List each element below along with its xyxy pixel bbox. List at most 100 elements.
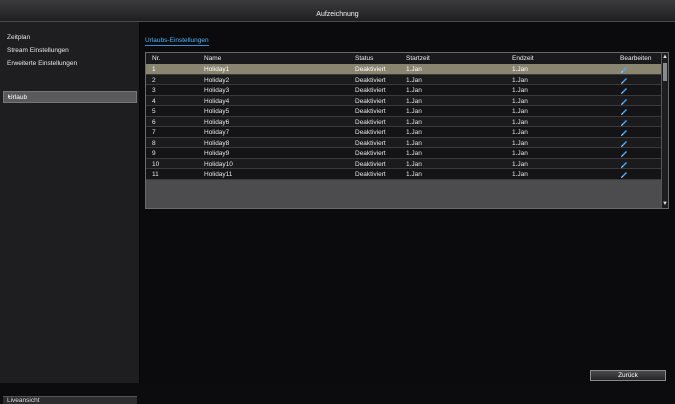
cell-endzeit: 1.Jan: [512, 97, 528, 105]
cell-startzeit: 1.Jan: [406, 171, 422, 178]
table-row[interactable]: 8 Holiday8 Deaktiviert 1.Jan 1.Jan: [146, 137, 664, 148]
cell-endzeit: 1.Jan: [512, 87, 528, 94]
cell-name: Holiday6: [204, 118, 230, 126]
pencil-icon[interactable]: [620, 129, 628, 137]
cell-name: Holiday5: [204, 108, 230, 115]
cell-nr: 4: [152, 97, 156, 105]
cell-nr: 9: [152, 150, 156, 157]
pencil-icon[interactable]: [620, 150, 628, 158]
cell-startzeit: 1.Jan: [406, 129, 422, 136]
pencil-icon[interactable]: [620, 108, 628, 116]
cell-status: Deaktiviert: [355, 108, 386, 115]
main-panel: Urlaubs-Einstellungen Nr. Name Status St…: [141, 22, 675, 383]
cell-status: Deaktiviert: [355, 150, 386, 157]
cell-nr: 5: [152, 108, 156, 115]
table-row[interactable]: 9 Holiday9 Deaktiviert 1.Jan 1.Jan: [146, 148, 664, 159]
cell-startzeit: 1.Jan: [406, 118, 422, 126]
cell-status: Deaktiviert: [355, 87, 386, 94]
cell-nr: 10: [152, 160, 160, 168]
scroll-up-icon[interactable]: ▲: [662, 53, 668, 61]
scroll-down-icon[interactable]: ▼: [662, 200, 668, 208]
cell-name: Holiday9: [204, 150, 230, 157]
cell-status: Deaktiviert: [355, 97, 386, 105]
cell-endzeit: 1.Jan: [512, 118, 528, 126]
cell-nr: 8: [152, 139, 156, 147]
cell-name: Holiday10: [204, 160, 233, 168]
pencil-icon[interactable]: [620, 140, 628, 148]
cell-endzeit: 1.Jan: [512, 76, 528, 84]
cell-endzeit: 1.Jan: [512, 129, 528, 136]
cell-status: Deaktiviert: [355, 171, 386, 178]
cell-status: Deaktiviert: [355, 129, 386, 136]
table-row[interactable]: 2 Holiday2 Deaktiviert 1.Jan 1.Jan: [146, 74, 664, 85]
cell-nr: 3: [152, 87, 156, 94]
table-row[interactable]: 11 Holiday11 Deaktiviert 1.Jan 1.Jan: [146, 169, 664, 180]
pencil-icon[interactable]: [620, 119, 628, 127]
cell-name: Holiday11: [204, 171, 233, 178]
table-row[interactable]: 10 Holiday10 Deaktiviert 1.Jan 1.Jan: [146, 158, 664, 169]
table-row[interactable]: 1 Holiday1 Deaktiviert 1.Jan 1.Jan: [146, 64, 664, 75]
column-header-startzeit: Startzeit: [406, 55, 430, 62]
cell-name: Holiday8: [204, 139, 230, 147]
column-header-status: Status: [355, 55, 374, 62]
cell-startzeit: 1.Jan: [406, 97, 422, 105]
back-button[interactable]: Zurück: [590, 370, 666, 381]
cell-status: Deaktiviert: [355, 76, 386, 84]
table-row[interactable]: 5 Holiday5 Deaktiviert 1.Jan 1.Jan: [146, 106, 664, 117]
pencil-icon[interactable]: [620, 161, 628, 169]
cell-endzeit: 1.Jan: [512, 108, 528, 115]
sidebar-item-zeitplan[interactable]: Zeitplan: [7, 34, 30, 41]
cell-endzeit: 1.Jan: [512, 66, 528, 73]
cell-nr: 11: [152, 171, 159, 178]
title-bar: Aufzeichnung: [0, 0, 675, 22]
pencil-icon[interactable]: [620, 77, 628, 85]
table-row[interactable]: 6 Holiday6 Deaktiviert 1.Jan 1.Jan: [146, 116, 664, 127]
pencil-icon[interactable]: [620, 171, 628, 179]
cell-name: Holiday7: [204, 129, 230, 136]
cell-endzeit: 1.Jan: [512, 160, 528, 168]
cell-nr: 7: [152, 129, 156, 136]
window-title: Aufzeichnung: [316, 11, 359, 18]
column-header-endzeit: Endzeit: [512, 55, 534, 62]
cell-name: Holiday2: [204, 76, 230, 84]
cell-startzeit: 1.Jan: [406, 87, 422, 94]
holiday-table: Nr. Name Status Startzeit Endzeit Bearbe…: [145, 52, 669, 209]
table-scrollbar[interactable]: ▲ ▼: [661, 53, 668, 208]
cell-endzeit: 1.Jan: [512, 139, 528, 147]
cell-status: Deaktiviert: [355, 139, 386, 147]
cell-startzeit: 1.Jan: [406, 139, 422, 147]
cell-startzeit: 1.Jan: [406, 150, 422, 157]
table-header: Nr. Name Status Startzeit Endzeit Bearbe…: [146, 53, 664, 64]
table-body: 1 Holiday1 Deaktiviert 1.Jan 1.Jan 2 Holiday2 D…: [146, 64, 664, 180]
cell-status: Deaktiviert: [355, 66, 386, 73]
cell-nr: 2: [152, 76, 156, 84]
scroll-thumb[interactable]: [663, 63, 667, 81]
sidebar-item-stream-einstellungen[interactable]: Stream Einstellungen: [7, 47, 69, 54]
column-header-nr: Nr.: [152, 55, 161, 62]
pencil-icon[interactable]: [620, 66, 628, 74]
cell-name: Holiday4: [204, 97, 230, 105]
chevron-right-icon: ▸: [8, 94, 12, 100]
cell-nr: 1: [152, 66, 156, 73]
cell-startzeit: 1.Jan: [406, 66, 422, 73]
table-row[interactable]: 3 Holiday3 Deaktiviert 1.Jan 1.Jan: [146, 85, 664, 96]
liveansicht-label: Liveansicht: [7, 397, 40, 404]
column-header-name: Name: [204, 55, 222, 62]
cell-endzeit: 1.Jan: [512, 171, 528, 178]
table-row[interactable]: 7 Holiday7 Deaktiviert 1.Jan 1.Jan: [146, 127, 664, 138]
sidebar-item-urlaub[interactable]: Urlaub ▸: [3, 91, 137, 103]
cell-name: Holiday3: [204, 87, 230, 94]
pencil-icon[interactable]: [620, 98, 628, 106]
cell-startzeit: 1.Jan: [406, 160, 422, 168]
cell-startzeit: 1.Jan: [406, 76, 422, 84]
tab-urlaubs-einstellungen[interactable]: Urlaubs-Einstellungen: [145, 37, 209, 46]
cell-nr: 6: [152, 118, 156, 126]
table-row[interactable]: 4 Holiday4 Deaktiviert 1.Jan 1.Jan: [146, 95, 664, 106]
cell-status: Deaktiviert: [355, 160, 386, 168]
sidebar-item-erweiterte-einstellungen[interactable]: Erweiterte Einstellungen: [7, 60, 77, 67]
liveansicht-button[interactable]: Liveansicht: [3, 396, 137, 404]
cell-startzeit: 1.Jan: [406, 108, 422, 115]
pencil-icon[interactable]: [620, 87, 628, 95]
column-header-bearbeiten: Bearbeiten: [620, 55, 652, 62]
sidebar: Zeitplan Stream Einstellungen Erweiterte…: [0, 22, 140, 404]
